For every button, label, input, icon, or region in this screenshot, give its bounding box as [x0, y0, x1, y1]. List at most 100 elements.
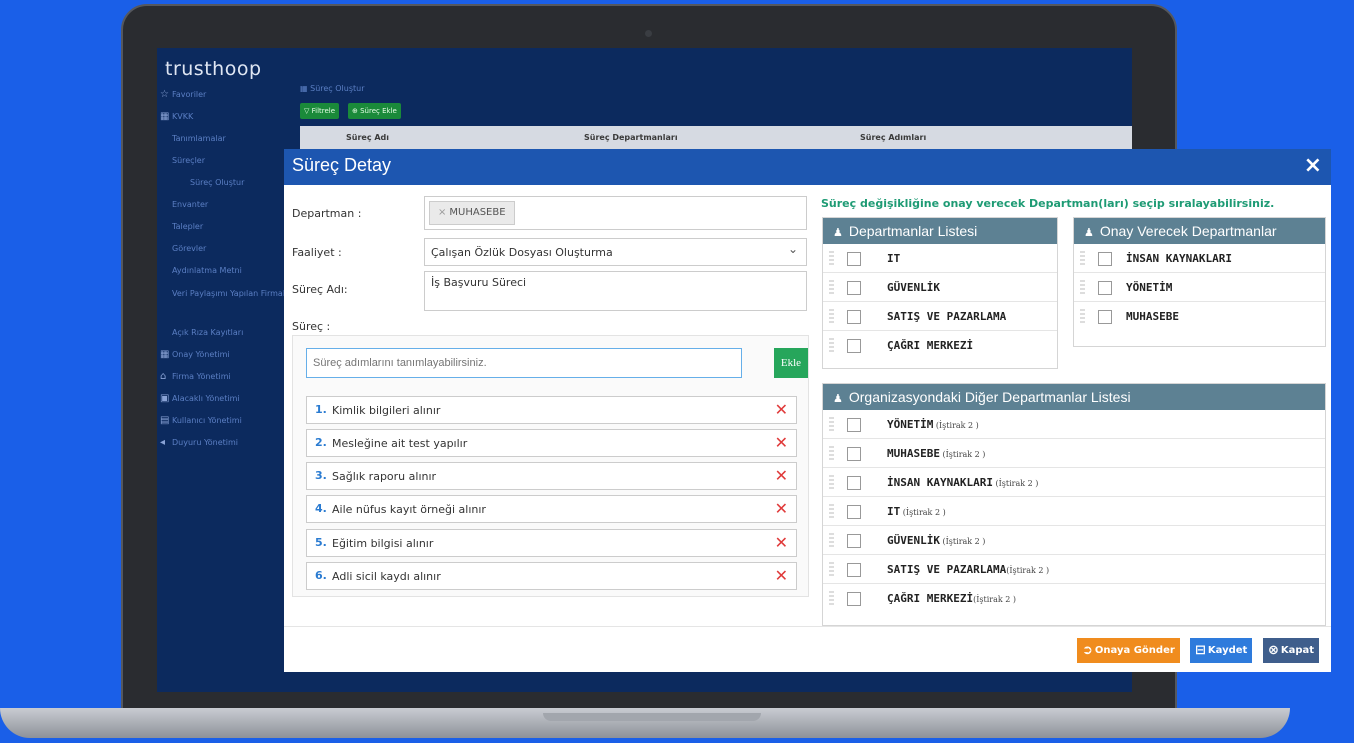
add-process-button[interactable]: ⊕ Süreç Ekle — [348, 103, 401, 119]
save-button[interactable]: ⊟ Kaydet — [1190, 638, 1253, 663]
step-item: 2. Mesleğine ait test yapılır ✕ — [306, 429, 797, 457]
drag-handle-icon[interactable] — [829, 504, 834, 519]
checkbox[interactable] — [847, 563, 861, 577]
sidebar-item-gorevler[interactable]: Görevler — [160, 238, 278, 260]
drag-handle-icon[interactable] — [829, 280, 834, 295]
grid-icon: ▦ — [160, 349, 170, 360]
sidebar-item-veri-paylasimi[interactable]: Veri Paylaşımı Yapılan Firmalar — [160, 282, 293, 322]
sidebar-item-talepler[interactable]: Talepler — [160, 216, 278, 238]
drag-handle-icon[interactable] — [829, 417, 834, 432]
sidebar-item-aydinlatma[interactable]: Aydınlatma Metni — [160, 260, 278, 282]
list-item[interactable]: MUHASEBE — [1074, 302, 1325, 331]
checkbox[interactable] — [847, 505, 861, 519]
close-icon[interactable]: × — [1304, 153, 1322, 178]
drag-handle-icon[interactable] — [829, 446, 834, 461]
grid-icon: ▦ — [160, 111, 170, 122]
checkbox[interactable] — [847, 339, 861, 353]
step-number: 4. — [315, 502, 327, 515]
checkbox[interactable] — [1098, 252, 1112, 266]
delete-icon[interactable]: ✕ — [775, 400, 788, 419]
drag-handle-icon[interactable] — [1080, 251, 1085, 266]
sidebar-item-onay[interactable]: ▦ Onay Yönetimi — [160, 344, 278, 366]
checkbox[interactable] — [1098, 310, 1112, 324]
sidebar-item-surec-olustur[interactable]: Süreç Oluştur — [160, 172, 278, 194]
drag-handle-icon[interactable] — [829, 338, 834, 353]
process-name-textarea[interactable]: İş Başvuru Süreci — [424, 271, 807, 311]
checkbox[interactable] — [847, 252, 861, 266]
sidebar-item-alacakli[interactable]: ▣ Alacaklı Yönetimi — [160, 388, 278, 410]
modal-header: Süreç Detay × — [284, 149, 1331, 185]
list-item[interactable]: IT — [823, 244, 1057, 273]
drag-handle-icon[interactable] — [829, 309, 834, 324]
list-item[interactable]: GÜVENLİK (İştirak 2 ) — [823, 526, 1325, 555]
process-name-value: İş Başvuru Süreci — [431, 276, 527, 289]
list-item[interactable]: SATIŞ VE PAZARLAMA(İştirak 2 ) — [823, 555, 1325, 584]
department-multiselect[interactable]: × MUHASEBE — [424, 196, 807, 230]
sidebar-item-envanter[interactable]: Envanter — [160, 194, 278, 216]
checkbox[interactable] — [847, 534, 861, 548]
drag-handle-icon[interactable] — [1080, 309, 1085, 324]
list-item[interactable]: İNSAN KAYNAKLARI (İştirak 2 ) — [823, 468, 1325, 497]
drag-handle-icon[interactable] — [829, 475, 834, 490]
save-icon: ⊟ — [1195, 643, 1206, 658]
column-header: Süreç Departmanları — [584, 133, 678, 142]
other-departments-panel: ♟ Organizasyondaki Diğer Departmanlar Lis… — [822, 383, 1326, 626]
step-text: Aile nüfus kayıt örneği alınır — [332, 503, 486, 516]
sidebar-item-kullanici[interactable]: ▤ Kullanıcı Yönetimi — [160, 410, 278, 432]
sidebar-item-duyuru[interactable]: ◂ Duyuru Yönetimi — [160, 432, 278, 454]
checkbox[interactable] — [847, 447, 861, 461]
list-item[interactable]: ÇAĞRI MERKEZİ — [823, 331, 1057, 360]
delete-icon[interactable]: ✕ — [775, 533, 788, 552]
list-item[interactable]: İNSAN KAYNAKLARI — [1074, 244, 1325, 273]
checkbox[interactable] — [847, 281, 861, 295]
list-item[interactable]: SATIŞ VE PAZARLAMA — [823, 302, 1057, 331]
step-number: 2. — [315, 436, 327, 449]
drag-handle-icon[interactable] — [829, 533, 834, 548]
drag-handle-icon[interactable] — [829, 251, 834, 266]
sidebar: ☆ Favoriler ▦ KVKK Tanımlamalar Süreçler S… — [160, 84, 293, 454]
add-step-button[interactable]: Ekle — [774, 348, 808, 378]
list-item[interactable]: IT (İştirak 2 ) — [823, 497, 1325, 526]
delete-icon[interactable]: ✕ — [775, 433, 788, 452]
list-item[interactable]: YÖNETİM (İştirak 2 ) — [823, 410, 1325, 439]
chevron-down-icon: ⌄ — [787, 242, 798, 256]
approvers-panel: ♟ Onay Verecek Departmanlar İNSAN KAYNAKL… — [1073, 217, 1326, 347]
step-text: Mesleğine ait test yapılır — [332, 437, 468, 450]
checkbox[interactable] — [847, 310, 861, 324]
sidebar-item-tanimlamalar[interactable]: Tanımlamalar — [160, 128, 278, 150]
close-button[interactable]: ⊗ Kapat — [1263, 638, 1320, 663]
approval-hint: Süreç değişikliğine onay verecek Departm… — [821, 197, 1275, 210]
footer-divider — [284, 626, 1331, 627]
list-item[interactable]: YÖNETİM — [1074, 273, 1325, 302]
delete-icon[interactable]: ✕ — [775, 466, 788, 485]
department-label: Departman : — [292, 207, 362, 220]
box-icon: ▣ — [160, 393, 170, 404]
sidebar-item-acik-riza[interactable]: Açık Rıza Kayıtları — [160, 322, 278, 344]
checkbox[interactable] — [847, 418, 861, 432]
activity-select[interactable]: Çalışan Özlük Dosyası Oluşturma ⌄ — [424, 238, 807, 266]
delete-icon[interactable]: ✕ — [775, 499, 788, 518]
step-input[interactable] — [306, 348, 742, 378]
list-item[interactable]: ÇAĞRI MERKEZİ(İştirak 2 ) — [823, 584, 1325, 613]
sidebar-item-firma[interactable]: ⌂ Firma Yönetimi — [160, 366, 278, 388]
filter-button[interactable]: ▽ Filtrele — [300, 103, 340, 119]
checkbox[interactable] — [847, 476, 861, 490]
sidebar-item-kvkk[interactable]: ▦ KVKK — [160, 106, 278, 128]
list-item[interactable]: GÜVENLİK — [823, 273, 1057, 302]
list-item[interactable]: MUHASEBE (İştirak 2 ) — [823, 439, 1325, 468]
drag-handle-icon[interactable] — [829, 591, 834, 606]
sidebar-item-favoriler[interactable]: ☆ Favoriler — [160, 84, 278, 106]
activity-label: Faaliyet : — [292, 246, 342, 259]
delete-icon[interactable]: ✕ — [775, 566, 788, 585]
breadcrumb: ▦ Süreç Oluştur — [300, 84, 365, 93]
checkbox[interactable] — [1098, 281, 1112, 295]
send-for-approval-button[interactable]: ➲ Onaya Gönder — [1077, 638, 1180, 663]
process-name-label: Süreç Adı: — [292, 283, 348, 296]
drag-handle-icon[interactable] — [1080, 280, 1085, 295]
sidebar-item-surecler[interactable]: Süreçler — [160, 150, 278, 172]
drag-handle-icon[interactable] — [829, 562, 834, 577]
plus-circle-icon: ⊕ — [352, 107, 361, 115]
checkbox[interactable] — [847, 592, 861, 606]
remove-tag-icon[interactable]: × — [438, 207, 446, 218]
megaphone-icon: ◂ — [160, 437, 166, 448]
